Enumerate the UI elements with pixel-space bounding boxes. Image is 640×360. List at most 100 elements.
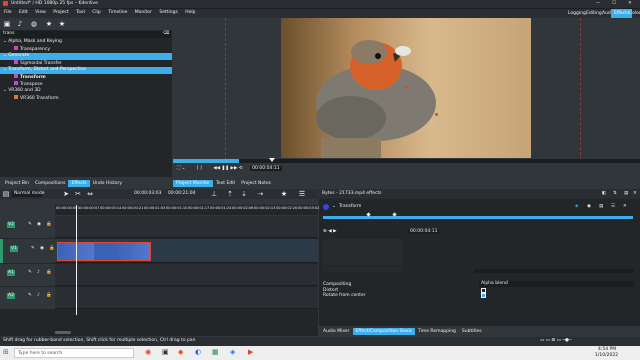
close-stack-icon[interactable]: ✕ (633, 191, 637, 197)
tree-category[interactable]: ⌄ Generate (0, 53, 172, 60)
menu-clip[interactable]: Clip (92, 10, 101, 16)
next-keyframe-icon[interactable]: ▶ (333, 229, 336, 234)
prev-keyframe-icon[interactable]: ◀ (328, 229, 331, 234)
tab-effect-stack[interactable]: Effect/Composition Stack (352, 328, 415, 335)
tab-undo-history[interactable]: Undo History (90, 180, 125, 187)
tree-effect[interactable]: Transparency (0, 46, 172, 53)
track-name[interactable]: V1 (10, 246, 18, 252)
tree-effect-selected[interactable]: Transform (0, 74, 172, 81)
hide-icon[interactable]: ◉ (37, 222, 41, 228)
chrome-icon[interactable]: ◉ (145, 349, 151, 356)
edge-icon[interactable]: ◐ (195, 349, 201, 356)
monitor-timecode[interactable]: 00:00:04:11 (250, 166, 282, 171)
task-view-icon[interactable]: ▣ (162, 349, 169, 356)
forward-icon[interactable]: ▶▶ (231, 166, 238, 171)
brave-icon[interactable]: ◆ (178, 349, 183, 356)
effect-close-icon[interactable]: ✕ (623, 204, 627, 210)
menu-tool[interactable]: Tool (76, 10, 85, 16)
close-button[interactable]: ✕ (628, 1, 632, 7)
compositing-select[interactable]: Alpha blend (479, 281, 634, 287)
menu-help[interactable]: Help (185, 10, 195, 16)
razor-tool-icon[interactable]: ✂ (74, 190, 82, 198)
workspace-color[interactable]: Color (626, 9, 640, 18)
track-name[interactable]: A1 (7, 270, 15, 276)
minimize-button[interactable]: — (596, 1, 601, 7)
menu-edit[interactable]: Edit (19, 10, 28, 16)
edit-icon[interactable]: ✎ (28, 293, 32, 299)
menu-file[interactable]: File (4, 10, 12, 16)
favorite-effect-icon[interactable]: ★ (280, 190, 288, 198)
insert-icon[interactable]: ⇣ (240, 190, 248, 198)
keyframe-timecode[interactable]: 00:00:04:11 (408, 229, 440, 234)
rotation-field[interactable] (323, 267, 403, 272)
effect-collapse-icon[interactable]: ⌄ (332, 204, 336, 210)
excel-icon[interactable]: ▦ (212, 349, 219, 356)
set-out-icon[interactable]: ] (200, 166, 202, 171)
track-name[interactable]: V2 (7, 222, 15, 228)
lock-icon[interactable]: 🔒 (46, 270, 52, 276)
vscode-icon[interactable]: ◈ (230, 349, 235, 356)
taskbar-search-input[interactable]: Type here to search (14, 348, 134, 358)
motion-path-point[interactable] (405, 86, 408, 89)
tab-subtitles[interactable]: Subtitles (459, 328, 485, 335)
tree-category[interactable]: ⌄ Alpha, Mask and Keying (0, 39, 172, 46)
mute-icon[interactable]: ♪ (37, 293, 40, 299)
effect-save-icon[interactable]: ▤ (599, 204, 603, 210)
favorites-star-icon[interactable]: ★ (58, 20, 66, 28)
tab-time-remapping[interactable]: Time Remapping (415, 328, 459, 335)
lock-icon[interactable]: 🔒 (46, 222, 52, 228)
timeline-scrollbar[interactable] (55, 331, 71, 334)
video-clip[interactable] (57, 242, 151, 261)
tab-project-bin[interactable]: Project Bin (2, 180, 32, 187)
save-stack-icon[interactable]: ▤ (624, 191, 628, 197)
add-keyframe-icon[interactable]: ⊕ (323, 229, 327, 234)
snap-icon[interactable]: ⊥ (210, 190, 218, 198)
fit-zoom-icon[interactable]: ⛶ ⌄ (177, 166, 185, 171)
tab-effects[interactable]: Effects (68, 180, 90, 187)
custom-effects-icon[interactable]: ◍ (30, 20, 38, 28)
menu-settings[interactable]: Settings (159, 10, 177, 16)
edit-icon[interactable]: ✎ (28, 270, 32, 276)
split-track-icon[interactable]: ▤ (2, 190, 10, 198)
keyframe-ruler[interactable] (323, 216, 633, 219)
edit-mode-select[interactable]: Normal mode (12, 191, 44, 197)
menu-timeline[interactable]: Timeline (108, 10, 127, 16)
start-icon[interactable]: ⊞ (3, 349, 9, 356)
mute-icon[interactable]: ♪ (37, 270, 40, 276)
tree-category[interactable]: ⌄ Transform, Distort and Perspective (0, 67, 172, 74)
favorites-icon[interactable]: ★ (45, 20, 53, 28)
status-tools[interactable]: ▭ ▭ ⊞ ▭ ─●─ (540, 338, 572, 344)
lift-icon[interactable]: ⇡ (226, 190, 234, 198)
collapse-icon[interactable]: ⇅ (613, 191, 617, 197)
edit-icon[interactable]: ✎ (31, 246, 35, 252)
motion-path-point[interactable] (435, 113, 438, 116)
rotate-checkbox[interactable] (481, 293, 486, 298)
effect-menu-icon[interactable]: ☰ (611, 204, 615, 210)
playhead-marker[interactable] (269, 158, 275, 162)
track-name[interactable]: A2 (7, 293, 15, 299)
tree-effect[interactable]: Sigmoidal Transfer (0, 60, 172, 67)
lock-icon[interactable]: 🔒 (46, 293, 52, 299)
tab-compositions[interactable]: Compositions (32, 180, 68, 187)
opacity-slider[interactable] (474, 269, 634, 273)
timeline-playhead[interactable] (76, 205, 77, 315)
keyframe-toggle-icon[interactable]: ◈ (575, 204, 578, 210)
compare-icon[interactable]: ◧ (602, 191, 606, 197)
clear-search-icon[interactable]: ⌫ (163, 31, 169, 37)
audio-effects-icon[interactable]: ♪ (16, 20, 24, 28)
tab-project-notes[interactable]: Project Notes (238, 180, 274, 187)
timeline-ruler[interactable]: 00:00:00:00 00:00:00:07 00:00:00:14 00:0… (55, 205, 319, 215)
kdenlive-taskbar-icon[interactable]: ▶ (248, 349, 253, 356)
maximize-button[interactable]: ☐ (612, 1, 616, 7)
lock-icon[interactable]: 🔒 (49, 246, 55, 252)
track-a1[interactable]: A1 ✎ ♪ 🔒 (0, 264, 318, 286)
hide-icon[interactable]: ◉ (40, 246, 44, 252)
tab-text-edit[interactable]: Text Edit (213, 180, 238, 187)
tree-effect[interactable]: VR360 Transform (0, 95, 172, 102)
tree-effect[interactable]: Transpose (0, 81, 172, 88)
rewind-icon[interactable]: ◀◀ (213, 166, 220, 171)
spacer-tool-icon[interactable]: ⇔ (86, 190, 94, 198)
track-v1[interactable]: V1 ✎ ◉ 🔒 (0, 239, 318, 263)
overwrite-icon[interactable]: ⇢ (256, 190, 264, 198)
menu-project[interactable]: Project (53, 10, 68, 16)
